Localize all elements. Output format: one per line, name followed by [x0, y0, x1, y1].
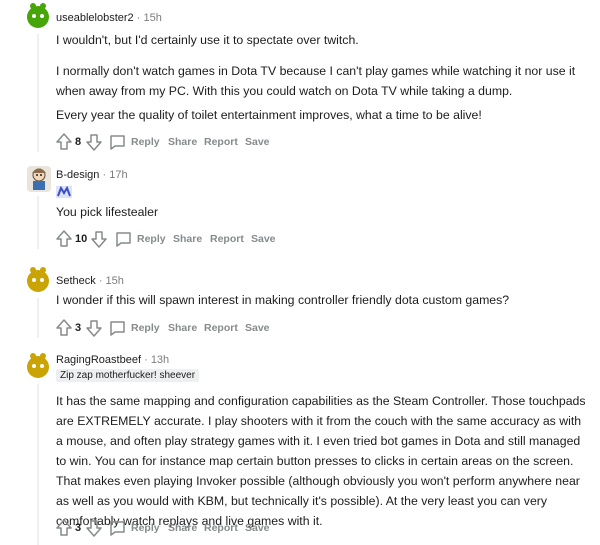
thread-line[interactable] — [37, 196, 39, 249]
username[interactable]: B-design — [56, 169, 99, 181]
user-avatar[interactable] — [27, 3, 49, 28]
upvote-icon[interactable] — [56, 230, 72, 248]
reply-label: Reply — [131, 136, 160, 148]
save-button[interactable]: Save — [245, 519, 270, 537]
downvote-icon[interactable] — [86, 319, 102, 337]
reply-label: Reply — [131, 322, 160, 334]
save-button[interactable]: Save — [251, 230, 276, 248]
reply-label: Reply — [131, 522, 160, 534]
upvote-icon[interactable] — [56, 133, 72, 151]
share-button[interactable]: Share — [173, 230, 202, 248]
report-button[interactable]: Report — [204, 519, 238, 537]
vote-score: 10 — [75, 233, 88, 245]
user-avatar[interactable] — [27, 267, 49, 292]
report-button[interactable]: Report — [204, 319, 238, 337]
separator: · — [144, 354, 148, 366]
share-button[interactable]: Share — [168, 519, 197, 537]
timestamp[interactable]: 15h — [143, 12, 161, 24]
downvote-icon[interactable] — [91, 230, 107, 248]
vote-score: 3 — [75, 522, 82, 534]
save-button[interactable]: Save — [245, 319, 270, 337]
vote-score: 3 — [75, 322, 82, 334]
upvote-icon[interactable] — [56, 319, 72, 337]
user-avatar[interactable] — [27, 353, 49, 378]
separator: · — [136, 12, 141, 24]
separator: · — [98, 275, 103, 287]
report-button[interactable]: Report — [204, 133, 238, 151]
comment-bubble-icon — [110, 135, 125, 150]
save-button[interactable]: Save — [245, 133, 270, 151]
comment-bubble-icon — [116, 232, 131, 247]
share-button[interactable]: Share — [168, 319, 197, 337]
comment-meta: useablelobster2 · 15h — [56, 12, 162, 24]
timestamp[interactable]: 13h — [151, 354, 169, 366]
share-button[interactable]: Share — [168, 133, 197, 151]
thread-line[interactable] — [37, 34, 39, 152]
character-avatar-icon — [32, 168, 46, 190]
downvote-icon[interactable] — [86, 519, 102, 537]
vote-score: 8 — [75, 136, 82, 148]
comment-paragraph: I wonder if this will spawn interest in … — [56, 293, 510, 307]
dota-flair-icon — [56, 185, 72, 198]
report-button[interactable]: Report — [210, 230, 244, 248]
comment-paragraph: I wouldn't, but I'd certainly use it to … — [56, 33, 359, 47]
comment-meta: B-design · 17h — [56, 169, 128, 181]
comment-paragraph: It has the same mapping and configuratio… — [56, 394, 586, 528]
username[interactable]: useablelobster2 — [56, 12, 134, 24]
upvote-icon[interactable] — [56, 519, 72, 537]
thread-line[interactable] — [37, 384, 39, 545]
comment-paragraph: You pick lifestealer — [56, 205, 159, 219]
username[interactable]: RagingRoastbeef — [56, 354, 141, 366]
timestamp[interactable]: 17h — [109, 169, 127, 181]
timestamp[interactable]: 15h — [106, 275, 124, 287]
user-flair: Zip zap motherfucker! sheever — [56, 369, 200, 382]
comment-meta: RagingRoastbeef · 13h — [56, 354, 169, 366]
separator: · — [102, 169, 107, 181]
reply-label: Reply — [137, 233, 166, 245]
user-avatar[interactable] — [27, 166, 51, 192]
comment-bubble-icon — [110, 321, 125, 336]
comment-bubble-icon — [110, 521, 125, 536]
comment-paragraph: I normally don't watch games in Dota TV … — [56, 64, 576, 98]
thread-line[interactable] — [37, 298, 39, 338]
comment-meta: Setheck · 15h — [56, 275, 124, 287]
comment-paragraph: Every year the quality of toilet enterta… — [56, 108, 482, 122]
downvote-icon[interactable] — [86, 133, 102, 151]
username[interactable]: Setheck — [56, 275, 96, 287]
